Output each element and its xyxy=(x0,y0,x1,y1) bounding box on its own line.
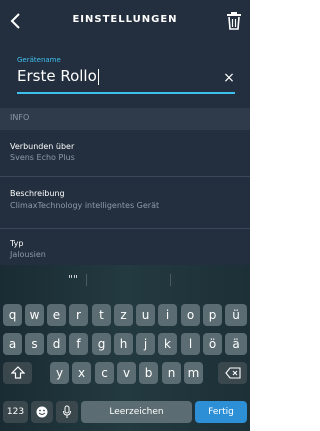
info-section-title: INFO xyxy=(10,113,30,122)
emoji-icon xyxy=(36,406,48,418)
shift-key[interactable] xyxy=(3,362,32,384)
shift-icon xyxy=(10,366,25,379)
divider xyxy=(0,176,250,177)
info-item-value: Svens Echo Plus xyxy=(10,153,75,162)
key-p[interactable]: p xyxy=(203,304,222,326)
settings-screen: EINSTELLUNGEN Gerätename Erste Rollo × I… xyxy=(0,0,250,431)
key-v[interactable]: v xyxy=(117,362,136,384)
key-ue[interactable]: ü xyxy=(225,304,247,326)
key-m[interactable]: m xyxy=(184,362,203,384)
device-name-label: Gerätename xyxy=(17,56,61,64)
info-section-header: INFO xyxy=(0,108,250,130)
input-underline xyxy=(17,92,235,94)
info-item-description[interactable]: Beschreibung ClimaxTechnology intelligen… xyxy=(0,183,250,223)
key-i[interactable]: i xyxy=(158,304,177,326)
suggestion-separator xyxy=(86,274,87,286)
key-s[interactable]: s xyxy=(25,333,44,355)
backspace-icon xyxy=(224,367,241,379)
trash-icon xyxy=(227,12,241,30)
key-c[interactable]: c xyxy=(95,362,114,384)
key-e[interactable]: e xyxy=(47,304,66,326)
key-k[interactable]: k xyxy=(158,333,177,355)
microphone-icon xyxy=(63,405,71,418)
device-name-input[interactable]: Erste Rollo xyxy=(17,64,217,88)
suggestion-item[interactable]: "" xyxy=(68,273,78,286)
key-b[interactable]: b xyxy=(139,362,158,384)
suggestion-bar: "" xyxy=(0,265,250,295)
suggestion-separator xyxy=(170,274,171,286)
key-t[interactable]: t xyxy=(92,304,111,326)
on-screen-keyboard: "" q w e r t z u i o p ü a s d f g h j k… xyxy=(0,265,250,431)
key-oe[interactable]: ö xyxy=(203,333,222,355)
key-r[interactable]: r xyxy=(69,304,88,326)
key-f[interactable]: f xyxy=(69,333,88,355)
info-item-type[interactable]: Typ Jalousien xyxy=(0,234,250,266)
key-a[interactable]: a xyxy=(3,333,22,355)
key-x[interactable]: x xyxy=(72,362,91,384)
key-g[interactable]: g xyxy=(92,333,111,355)
page-title: EINSTELLUNGEN xyxy=(72,14,178,25)
text-cursor xyxy=(97,68,99,85)
key-o[interactable]: o xyxy=(181,304,200,326)
key-n[interactable]: n xyxy=(162,362,181,384)
info-item-label: Beschreibung xyxy=(10,189,65,198)
key-u[interactable]: u xyxy=(136,304,155,326)
space-key[interactable]: Leerzeichen xyxy=(81,401,192,423)
key-h[interactable]: h xyxy=(114,333,133,355)
microphone-key[interactable] xyxy=(56,401,78,423)
key-y[interactable]: y xyxy=(50,362,69,384)
numbers-key[interactable]: 123 xyxy=(3,401,28,423)
info-item-label: Verbunden über xyxy=(10,142,75,151)
delete-button[interactable] xyxy=(224,10,244,32)
key-j[interactable]: j xyxy=(136,333,155,355)
divider xyxy=(0,228,250,229)
key-q[interactable]: q xyxy=(3,304,22,326)
header-bar: EINSTELLUNGEN xyxy=(0,0,250,44)
key-w[interactable]: w xyxy=(25,304,44,326)
info-item-value: Jalousien xyxy=(10,250,46,259)
device-name-value: Erste Rollo xyxy=(17,67,97,85)
key-ae[interactable]: ä xyxy=(225,333,247,355)
done-key[interactable]: Fertig xyxy=(195,401,247,423)
clear-button[interactable]: × xyxy=(222,71,236,85)
key-z[interactable]: z xyxy=(114,304,133,326)
info-item-value: ClimaxTechnology intelligentes Gerät xyxy=(10,201,160,210)
key-d[interactable]: d xyxy=(47,333,66,355)
close-icon: × xyxy=(223,70,235,86)
key-l[interactable]: l xyxy=(181,333,200,355)
info-item-label: Typ xyxy=(10,239,24,248)
emoji-key[interactable] xyxy=(31,401,53,423)
backspace-key[interactable] xyxy=(218,362,247,384)
info-item-connected-via[interactable]: Verbunden über Svens Echo Plus xyxy=(0,136,250,176)
